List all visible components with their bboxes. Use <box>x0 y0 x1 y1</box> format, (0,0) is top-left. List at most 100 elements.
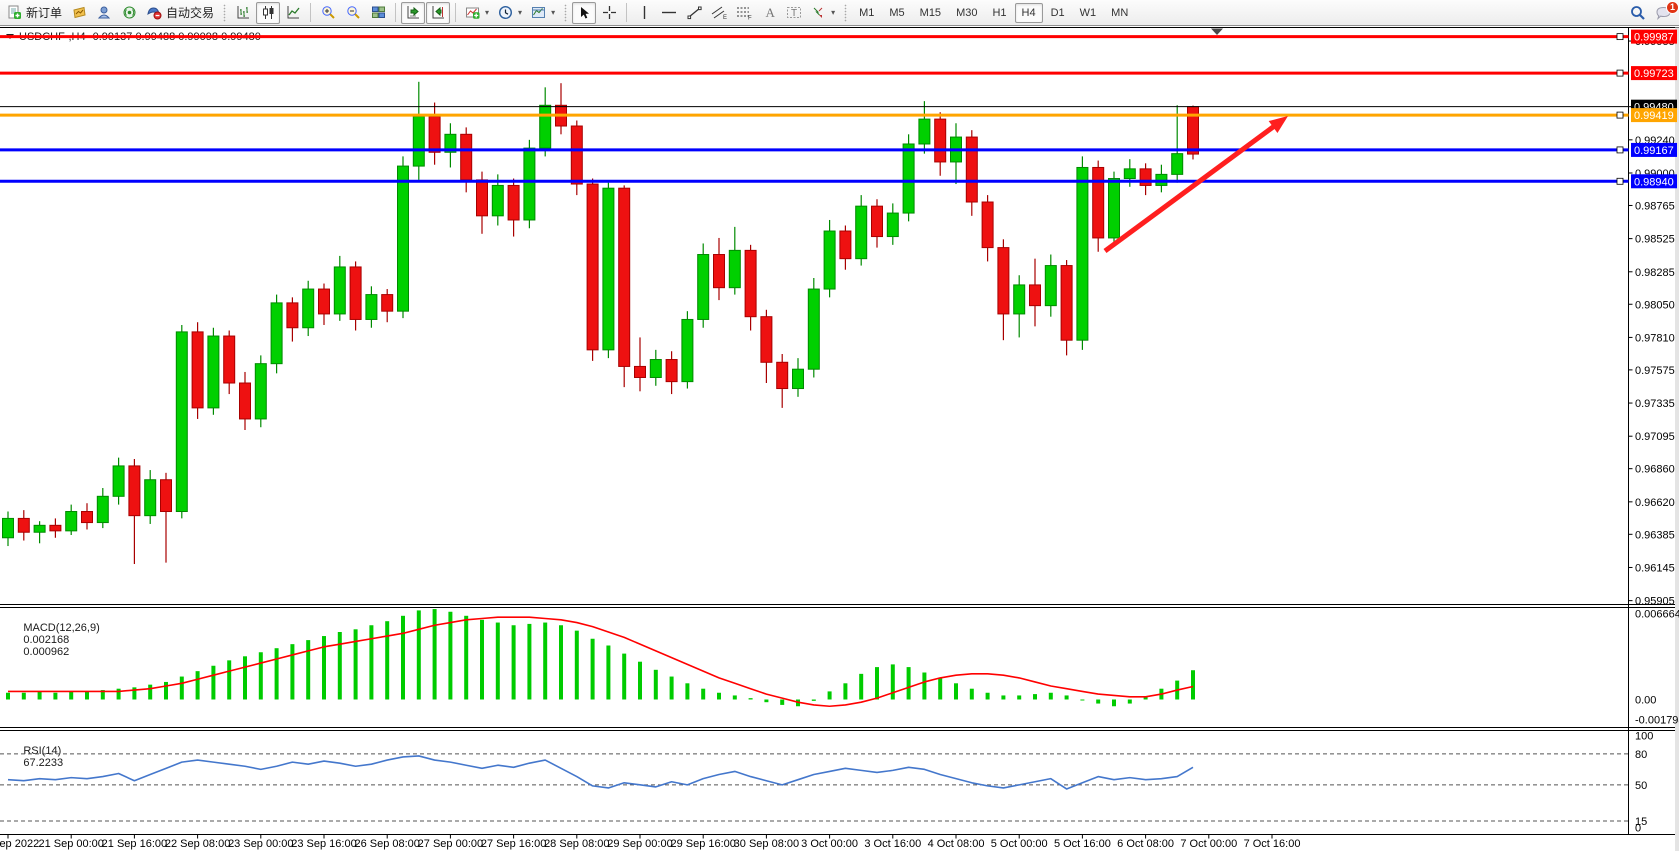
notifications-button[interactable]: 1 <box>1651 2 1676 24</box>
chart-symbol-period: USDCHF-,H4 <box>19 31 86 43</box>
horizontal-line-0.99419[interactable] <box>0 112 1629 118</box>
timeframe-h1-button[interactable]: H1 <box>985 3 1013 23</box>
autotrading-button[interactable]: 自动交易 <box>142 2 218 24</box>
rsi-panel: 1008050150 <box>0 731 1653 835</box>
svg-text:3 Oct 00:00: 3 Oct 00:00 <box>801 838 858 850</box>
chart-area[interactable]: USDCHF-,H4 0.99137 0.99488 0.99098 0.994… <box>0 0 1679 851</box>
svg-text:80: 80 <box>1635 749 1647 761</box>
svg-text:100: 100 <box>1635 731 1653 743</box>
search-button[interactable] <box>1626 2 1650 24</box>
arrow-objects-icon <box>811 5 826 20</box>
time-axis: 20 Sep 202221 Sep 00:0021 Sep 16:0022 Se… <box>0 835 1300 851</box>
profiles-button[interactable] <box>92 2 116 24</box>
text-button[interactable]: A <box>757 2 781 24</box>
horizontal-line-button[interactable] <box>657 2 681 24</box>
rsi-indicator-label: RSI(14) 67.2233 <box>5 733 63 781</box>
svg-text:27 Sep 00:00: 27 Sep 00:00 <box>418 838 483 850</box>
toolbar-separator <box>455 3 456 22</box>
trendline-button[interactable] <box>682 2 706 24</box>
line-chart-icon <box>286 5 301 20</box>
collapse-triangle-icon[interactable] <box>6 34 14 43</box>
macd-name: MACD(12,26,9) <box>23 622 99 634</box>
price-axis: 0.999550.994800.992400.990000.987650.985… <box>1629 36 1675 608</box>
timeframe-w1-button[interactable]: W1 <box>1073 3 1104 23</box>
search-icon <box>1630 5 1646 21</box>
price-badge-0.98940: 0.98940 <box>1631 174 1677 188</box>
cursor-button[interactable] <box>572 2 596 24</box>
webcast-button[interactable] <box>117 2 141 24</box>
auto-scroll-button[interactable] <box>401 2 425 24</box>
svg-text:0.00: 0.00 <box>1635 695 1656 707</box>
timeframe-d1-button[interactable]: D1 <box>1044 3 1072 23</box>
svg-text:0.99480: 0.99480 <box>1635 102 1675 114</box>
svg-text:29 Sep 00:00: 29 Sep 00:00 <box>607 838 672 850</box>
svg-text:0.006664: 0.006664 <box>1635 609 1679 621</box>
timeframe-m5-button[interactable]: M5 <box>882 3 911 23</box>
trendline-icon <box>687 5 702 20</box>
cursor-icon <box>578 6 591 20</box>
svg-text:7 Oct 16:00: 7 Oct 16:00 <box>1244 838 1301 850</box>
timeframe-h4-button[interactable]: H4 <box>1015 3 1043 23</box>
crosshair-icon <box>602 5 617 20</box>
periods-dropdown-arrow[interactable]: ▾ <box>518 8 522 17</box>
svg-text:E: E <box>723 15 727 20</box>
svg-text:0.96385: 0.96385 <box>1635 529 1675 541</box>
tile-windows-button[interactable] <box>366 2 390 24</box>
line-chart-button[interactable] <box>281 2 305 24</box>
price-badge-0.99480: 0.99480 <box>1631 100 1677 114</box>
periods-button[interactable]: ▾ <box>494 2 526 24</box>
svg-text:0.98050: 0.98050 <box>1635 299 1675 311</box>
crosshair-button[interactable] <box>597 2 621 24</box>
zoom-out-button[interactable] <box>341 2 365 24</box>
fibonacci-button[interactable]: F <box>732 2 756 24</box>
indicators-dropdown-arrow[interactable]: ▾ <box>485 8 489 17</box>
svg-text:0.98525: 0.98525 <box>1635 234 1675 246</box>
svg-text:0.99480: 0.99480 <box>1634 102 1674 114</box>
svg-text:23 Sep 16:00: 23 Sep 16:00 <box>291 838 356 850</box>
indicators-icon <box>465 5 480 20</box>
autotrading-icon <box>146 5 162 20</box>
horizontal-line-0.99723[interactable] <box>0 70 1629 76</box>
price-chart-canvas[interactable]: 0.999550.994800.992400.990000.987650.985… <box>0 0 1679 851</box>
arrows-dropdown-arrow[interactable]: ▾ <box>831 8 835 17</box>
macd-indicator-label: MACD(12,26,9) 0.002168 0.000962 <box>5 610 100 670</box>
equidistant-channel-button[interactable]: E <box>707 2 731 24</box>
timeframe-m1-button[interactable]: M1 <box>852 3 881 23</box>
indicators-button[interactable]: ▾ <box>461 2 493 24</box>
horizontal-line-0.99167[interactable] <box>0 147 1629 153</box>
toolbar-separator <box>395 3 396 22</box>
text-label-button[interactable]: T <box>782 2 806 24</box>
svg-text:21 Sep 00:00: 21 Sep 00:00 <box>38 838 103 850</box>
panel-borders <box>0 28 1679 851</box>
templates-dropdown-arrow[interactable]: ▾ <box>551 8 555 17</box>
arrows-button[interactable]: ▾ <box>807 2 839 24</box>
svg-text:A: A <box>765 5 775 20</box>
templates-button[interactable]: ▾ <box>527 2 559 24</box>
svg-text:0.98940: 0.98940 <box>1634 176 1674 188</box>
candlestick-chart-button[interactable] <box>256 2 280 24</box>
macd-panel: 0.0066640.00-0.001798 <box>6 609 1679 727</box>
zoom-out-icon <box>346 5 361 20</box>
vertical-line-button[interactable] <box>632 2 656 24</box>
svg-text:0.99167: 0.99167 <box>1634 145 1674 157</box>
text-label-icon: T <box>786 5 802 20</box>
svg-text:27 Sep 16:00: 27 Sep 16:00 <box>481 838 546 850</box>
charts-button[interactable] <box>67 2 91 24</box>
timeframe-mn-button[interactable]: MN <box>1104 3 1135 23</box>
svg-text:0.97335: 0.97335 <box>1635 398 1675 410</box>
svg-text:29 Sep 16:00: 29 Sep 16:00 <box>670 838 735 850</box>
timeframe-m15-button[interactable]: M15 <box>913 3 948 23</box>
horizontal-line-0.98940[interactable] <box>0 178 1629 184</box>
bar-chart-button[interactable] <box>231 2 255 24</box>
bar-chart-icon <box>236 5 251 20</box>
chart-shift-button[interactable] <box>426 2 450 24</box>
chart-shift-marker[interactable] <box>1211 29 1223 36</box>
new-order-button[interactable]: 新订单 <box>3 2 66 24</box>
price-badge-0.99723: 0.99723 <box>1631 66 1677 80</box>
chart-ohlc-values: 0.99137 0.99488 0.99098 0.99480 <box>93 31 261 43</box>
autotrading-label: 自动交易 <box>166 4 214 21</box>
trend-arrow-annotation[interactable] <box>1105 116 1288 251</box>
timeframe-m30-button[interactable]: M30 <box>949 3 984 23</box>
zoom-in-button[interactable] <box>316 2 340 24</box>
svg-text:15: 15 <box>1635 816 1647 828</box>
